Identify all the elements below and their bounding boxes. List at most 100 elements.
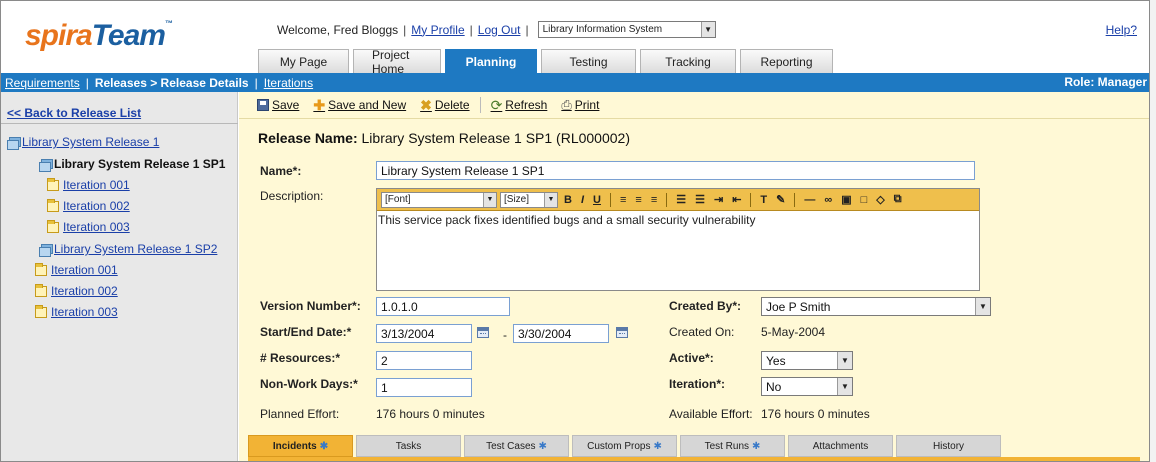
available-effort-value: 176 hours 0 minutes — [761, 407, 870, 421]
non-work-days-input[interactable]: 1 — [376, 378, 472, 397]
iteration-folder-icon — [35, 262, 47, 276]
tab-incidents[interactable]: Incidents ✱ — [248, 435, 353, 457]
save-button[interactable]: Save — [253, 98, 303, 112]
non-work-days-label: Non-Work Days:* — [260, 377, 358, 391]
tab-tracking[interactable]: Tracking — [640, 49, 736, 73]
tab-reporting[interactable]: Reporting — [740, 49, 833, 73]
align-right-icon[interactable]: ≡ — [648, 194, 660, 206]
link-icon[interactable]: ∞ — [821, 194, 835, 206]
back-to-release-list-link[interactable]: << Back to Release List — [7, 106, 141, 120]
my-profile-link[interactable]: My Profile — [411, 23, 464, 37]
release-tree-sidebar: << Back to Release List Library System R… — [1, 92, 238, 461]
calendar-icon[interactable] — [616, 327, 628, 338]
tab-test-runs[interactable]: Test Runs ✱ — [680, 435, 785, 457]
tree-item-release-selected[interactable]: Library System Release 1 SP1 — [39, 157, 225, 172]
subnav-iterations-link[interactable]: Iterations — [264, 76, 313, 90]
ordered-list-icon[interactable]: ☰ — [673, 193, 689, 206]
refresh-icon: ⟳ — [490, 96, 503, 113]
underline-icon[interactable]: U — [590, 194, 604, 206]
tab-content-strip — [248, 457, 1140, 461]
release-icon — [39, 243, 53, 257]
project-select[interactable]: Library Information System ▼ — [537, 21, 716, 38]
name-input[interactable]: Library System Release 1 SP1 — [376, 161, 975, 180]
tree-item-iteration[interactable]: Iteration 001 — [47, 177, 130, 192]
tab-test-cases[interactable]: Test Cases ✱ — [464, 435, 569, 457]
created-on-label: Created On: — [669, 325, 735, 339]
font-select[interactable]: [Font] ▼ — [381, 191, 497, 208]
bold-icon[interactable]: B — [561, 194, 575, 206]
start-date-input[interactable]: 3/13/2004 — [376, 324, 472, 343]
description-editor[interactable]: [Font] ▼ [Size] ▼ B I U ≡ ≡ ≡ ☰ ☰ ⇥ ⇤ T … — [376, 188, 980, 291]
image-icon[interactable]: ▣ — [838, 193, 854, 206]
version-number-input[interactable]: 1.0.1.0 — [376, 297, 510, 316]
tree-item-iteration[interactable]: Iteration 003 — [35, 304, 118, 319]
delete-button[interactable]: ✖ Delete — [416, 97, 473, 114]
horizontal-rule-icon[interactable]: — — [801, 194, 818, 206]
italic-icon[interactable]: I — [578, 194, 587, 206]
text-color-icon[interactable]: T — [757, 194, 770, 206]
chevron-down-icon: ▼ — [700, 22, 715, 37]
planned-effort-label: Planned Effort: — [260, 407, 340, 421]
subnav-requirements-link[interactable]: Requirements — [5, 76, 80, 90]
tree-item-release[interactable]: Library System Release 1 — [7, 135, 159, 150]
active-select[interactable]: Yes ▼ — [761, 351, 853, 370]
chevron-down-icon: ▼ — [837, 378, 852, 395]
align-center-icon[interactable]: ≡ — [632, 194, 644, 206]
tab-tasks[interactable]: Tasks — [356, 435, 461, 457]
tree-item-iteration[interactable]: Iteration 002 — [35, 283, 118, 298]
outdent-icon[interactable]: ⇤ — [729, 193, 744, 206]
iteration-select[interactable]: No ▼ — [761, 377, 853, 396]
help-link[interactable]: Help? — [1106, 23, 1137, 37]
release-icon — [7, 136, 21, 150]
tree-item-iteration[interactable]: Iteration 002 — [47, 198, 130, 213]
resources-input[interactable]: 2 — [376, 351, 472, 370]
tab-project-home[interactable]: Project Home — [353, 48, 441, 76]
plus-icon: ✚ — [313, 96, 326, 113]
chevron-down-icon: ▼ — [483, 192, 496, 207]
chevron-down-icon: ▼ — [837, 352, 852, 369]
release-details-panel: Save ✚ Save and New ✖ Delete ⟳ Refresh ⎙… — [239, 92, 1149, 461]
planned-effort-value: 176 hours 0 minutes — [376, 407, 485, 421]
print-button[interactable]: ⎙ Print — [557, 97, 603, 113]
save-and-new-button[interactable]: ✚ Save and New — [309, 97, 410, 114]
source-code-icon[interactable]: ◇ — [873, 193, 887, 206]
calendar-icon[interactable] — [477, 327, 489, 338]
date-range-dash: - — [503, 328, 507, 342]
tab-history[interactable]: History — [896, 435, 1001, 457]
size-select[interactable]: [Size] ▼ — [500, 191, 558, 208]
tree-item-iteration[interactable]: Iteration 003 — [47, 219, 130, 234]
created-by-select[interactable]: Joe P Smith ▼ — [761, 297, 991, 316]
tab-custom-props[interactable]: Custom Props ✱ — [572, 435, 677, 457]
tab-planning[interactable]: Planning — [445, 49, 537, 73]
description-text[interactable]: This service pack fixes identified bugs … — [377, 211, 979, 229]
fullscreen-icon[interactable]: ⧉ — [891, 193, 905, 206]
iteration-folder-icon — [35, 283, 47, 297]
tab-testing[interactable]: Testing — [541, 49, 636, 73]
end-date-input[interactable]: 3/30/2004 — [513, 324, 609, 343]
welcome-text: Welcome, Fred Bloggs — [277, 22, 399, 37]
tab-my-page[interactable]: My Page — [258, 49, 349, 73]
delete-icon: ✖ — [420, 96, 432, 113]
active-label: Active*: — [669, 351, 714, 365]
release-title: Release Name: Library System Release 1 S… — [258, 130, 630, 146]
subnav-current-page: Releases > Release Details — [94, 75, 249, 90]
sub-navigation: Requirements | Releases > Release Detail… — [1, 73, 1149, 92]
unordered-list-icon[interactable]: ☰ — [692, 193, 708, 206]
indent-icon[interactable]: ⇥ — [711, 193, 726, 206]
table-icon[interactable]: □ — [858, 194, 871, 206]
tree-item-iteration[interactable]: Iteration 001 — [35, 262, 118, 277]
refresh-button[interactable]: ⟳ Refresh — [487, 97, 552, 114]
spirateam-logo[interactable]: spiraTeam™ — [25, 19, 173, 53]
iteration-folder-icon — [47, 198, 59, 212]
created-on-value: 5-May-2004 — [761, 325, 826, 339]
asterisk-icon: ✱ — [538, 440, 547, 452]
resources-label: # Resources:* — [260, 351, 341, 365]
tab-attachments[interactable]: Attachments — [788, 435, 893, 457]
align-left-icon[interactable]: ≡ — [617, 194, 629, 206]
print-icon: ⎙ — [561, 97, 572, 112]
tree-item-release[interactable]: Library System Release 1 SP2 — [39, 242, 217, 257]
welcome-bar: Welcome, Fred Bloggs | My Profile | Log … — [277, 21, 716, 38]
highlight-icon[interactable]: ✎ — [773, 193, 788, 206]
log-out-link[interactable]: Log Out — [478, 23, 521, 37]
release-icon — [39, 158, 53, 172]
